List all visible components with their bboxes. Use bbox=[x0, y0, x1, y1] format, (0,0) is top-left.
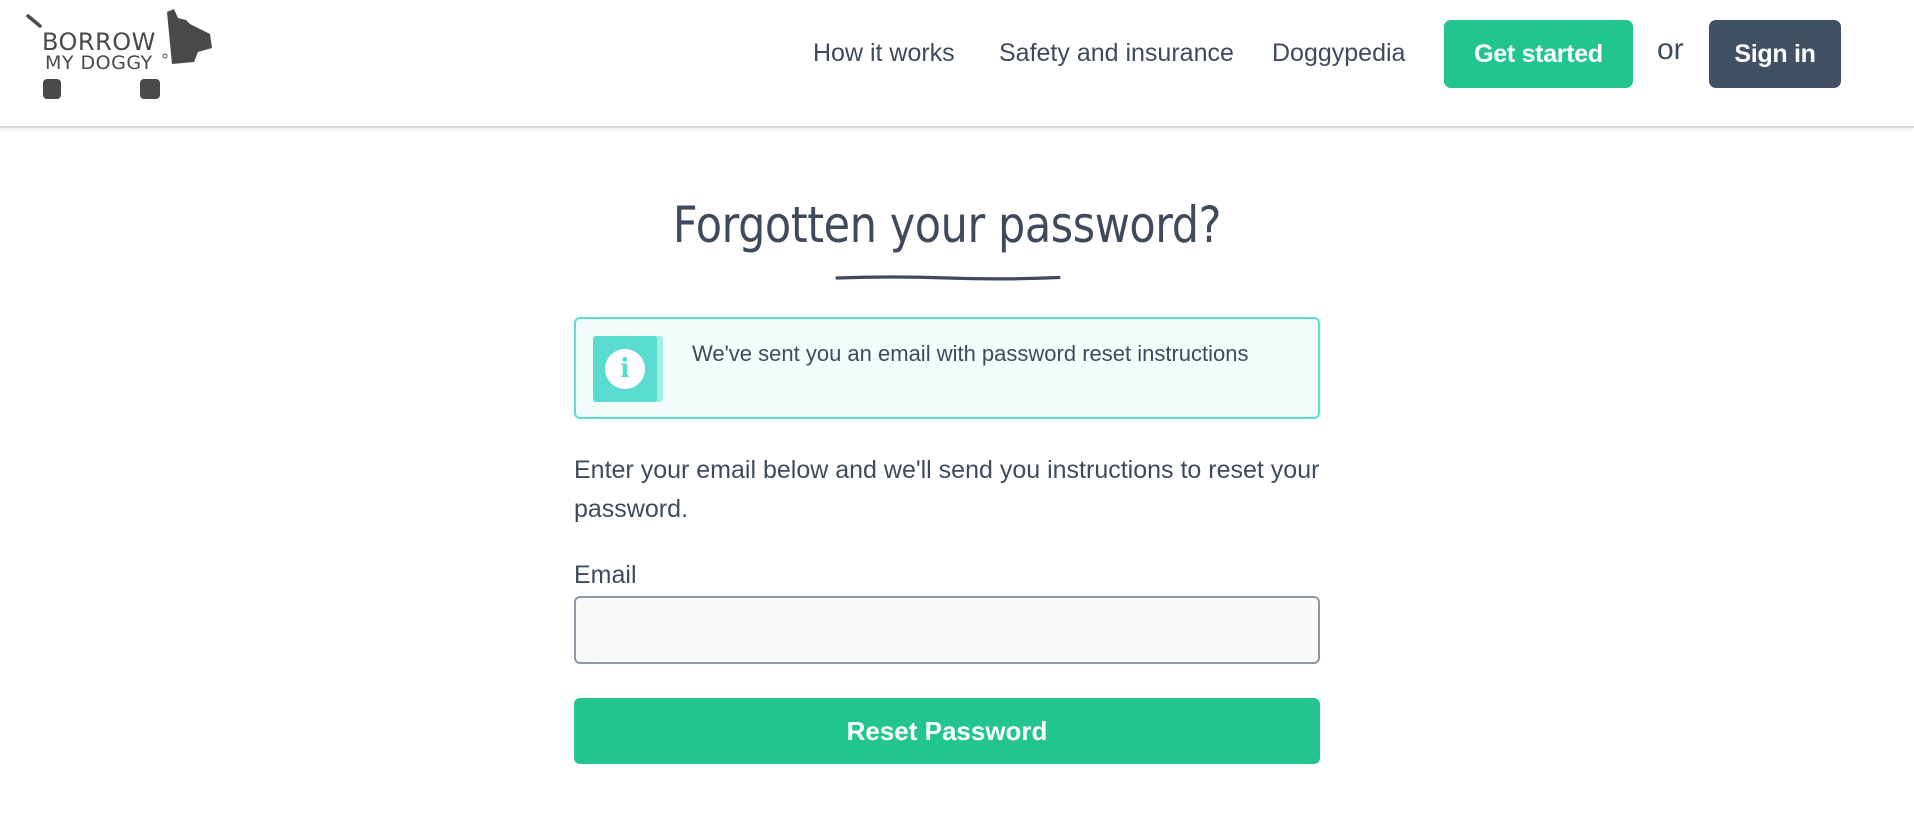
nav-link-how-it-works[interactable]: How it works bbox=[813, 39, 955, 68]
logo-text-line1: BORROW bbox=[42, 28, 156, 56]
alert-icon-box: i bbox=[593, 336, 663, 402]
info-alert: i We've sent you an email with password … bbox=[574, 317, 1320, 419]
get-started-button[interactable]: Get started bbox=[1444, 20, 1633, 88]
email-input[interactable] bbox=[574, 596, 1320, 664]
get-started-label: Get started bbox=[1474, 39, 1603, 68]
title-underline bbox=[835, 275, 1061, 281]
nav-link-doggypedia[interactable]: Doggypedia bbox=[1272, 39, 1405, 68]
reset-password-label: Reset Password bbox=[846, 715, 1048, 746]
nav-link-safety-and-insurance[interactable]: Safety and insurance bbox=[999, 39, 1234, 68]
info-icon: i bbox=[605, 349, 645, 389]
logo[interactable]: BORROW MY DOGGY bbox=[26, 8, 216, 103]
site-header: BORROW MY DOGGY How it works Safety and … bbox=[0, 0, 1914, 128]
reset-password-button[interactable]: Reset Password bbox=[574, 698, 1320, 764]
alert-message: We've sent you an email with password re… bbox=[692, 341, 1249, 366]
instructions-text: Enter your email below and we'll send yo… bbox=[574, 456, 1320, 523]
sign-in-button[interactable]: Sign in bbox=[1709, 20, 1841, 88]
sign-in-label: Sign in bbox=[1734, 39, 1816, 68]
page-title: Forgotten your password? bbox=[672, 196, 1222, 254]
logo-text-line2: MY DOGGY bbox=[45, 52, 153, 74]
email-label: Email bbox=[574, 561, 637, 589]
or-separator: or bbox=[1657, 33, 1684, 66]
